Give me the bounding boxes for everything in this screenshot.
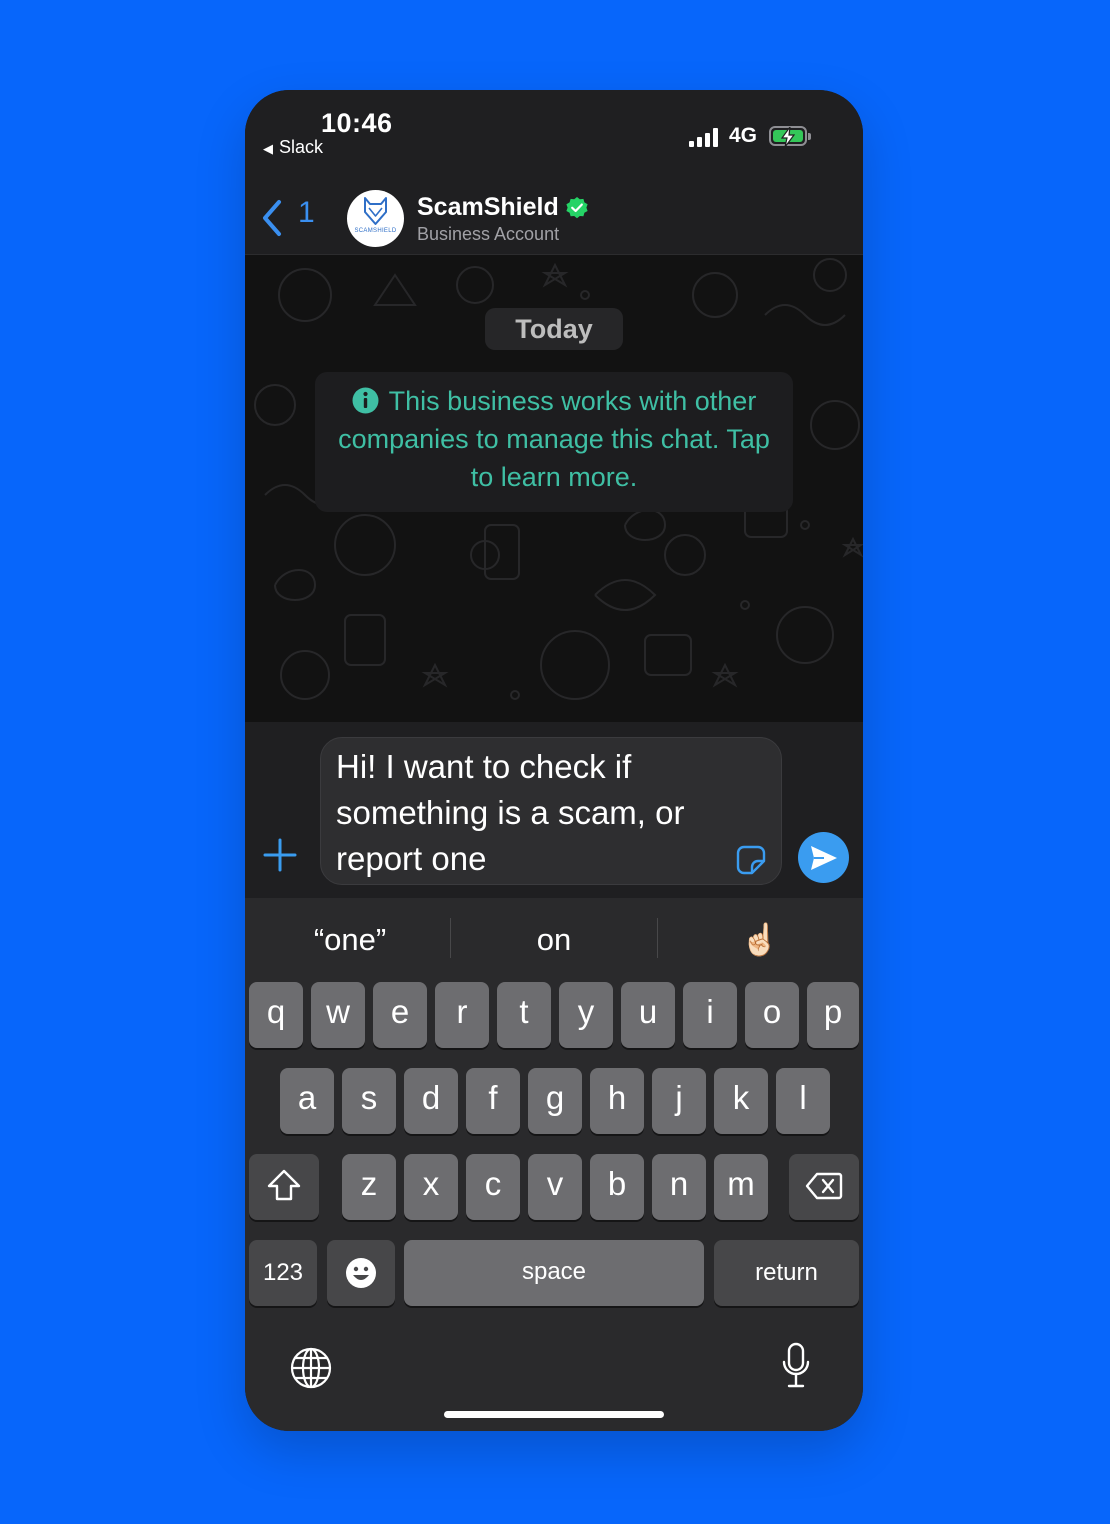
sticker-icon[interactable] <box>735 844 767 876</box>
business-info-notice[interactable]: This business works with other companies… <box>315 372 793 512</box>
cellular-signal-icon <box>689 127 721 147</box>
key-i[interactable]: i <box>683 982 737 1048</box>
key-k[interactable]: k <box>714 1068 768 1134</box>
home-indicator[interactable] <box>444 1411 664 1418</box>
message-input-text[interactable]: Hi! I want to check if something is a sc… <box>336 744 736 882</box>
key-d[interactable]: d <box>404 1068 458 1134</box>
emoji-icon <box>346 1258 376 1288</box>
chat-area[interactable]: Today This business works with other com… <box>245 255 863 722</box>
contact-name[interactable]: ScamShield <box>417 193 559 222</box>
emoji-key[interactable] <box>327 1240 395 1306</box>
key-e[interactable]: e <box>373 982 427 1048</box>
key-u[interactable]: u <box>621 982 675 1048</box>
message-input[interactable]: Hi! I want to check if something is a sc… <box>320 737 782 885</box>
send-arrow-icon <box>811 846 837 870</box>
key-j[interactable]: j <box>652 1068 706 1134</box>
key-q[interactable]: q <box>249 982 303 1048</box>
key-y[interactable]: y <box>559 982 613 1048</box>
suggestion-3[interactable]: ☝🏻 <box>695 918 825 962</box>
send-button[interactable] <box>798 832 849 883</box>
business-info-text: This business works with other companies… <box>333 382 775 496</box>
back-app-label: Slack <box>279 137 324 157</box>
suggestion-2[interactable]: on <box>485 918 623 962</box>
key-g[interactable]: g <box>528 1068 582 1134</box>
unread-count[interactable]: 1 <box>298 196 315 230</box>
shift-arrow-icon <box>267 1169 301 1201</box>
back-to-app-link[interactable]: ◀ Slack <box>263 137 323 158</box>
key-s[interactable]: s <box>342 1068 396 1134</box>
fox-logo-icon <box>364 197 387 225</box>
numbers-key[interactable]: 123 <box>249 1240 317 1306</box>
status-time: 10:46 <box>321 108 393 138</box>
suggestion-1[interactable]: “one” <box>285 918 415 962</box>
key-c[interactable]: c <box>466 1154 520 1220</box>
back-chevron-icon[interactable] <box>259 198 285 238</box>
shift-key[interactable] <box>249 1154 319 1220</box>
info-icon <box>352 387 379 414</box>
key-t[interactable]: t <box>497 982 551 1048</box>
chat-header: 10:46 ◀ Slack 4G 1 SCAMSHIELD ScamShield… <box>245 90 863 255</box>
key-p[interactable]: p <box>807 982 859 1048</box>
globe-icon[interactable] <box>289 1346 333 1390</box>
key-f[interactable]: f <box>466 1068 520 1134</box>
backspace-icon <box>805 1172 843 1200</box>
key-a[interactable]: a <box>280 1068 334 1134</box>
space-key[interactable]: space <box>404 1240 704 1306</box>
key-v[interactable]: v <box>528 1154 582 1220</box>
key-w[interactable]: w <box>311 982 365 1048</box>
suggestion-divider <box>657 918 658 958</box>
back-triangle-icon: ◀ <box>263 141 273 156</box>
avatar[interactable]: SCAMSHIELD <box>347 190 404 247</box>
key-z[interactable]: z <box>342 1154 396 1220</box>
phone-frame: 10:46 ◀ Slack 4G 1 SCAMSHIELD ScamShield… <box>245 90 863 1431</box>
message-composer: Hi! I want to check if something is a sc… <box>245 722 863 898</box>
business-info-message: This business works with other companies… <box>338 386 770 492</box>
plus-icon[interactable] <box>263 838 297 872</box>
key-m[interactable]: m <box>714 1154 768 1220</box>
charging-bolt-icon <box>780 127 796 147</box>
key-n[interactable]: n <box>652 1154 706 1220</box>
key-r[interactable]: r <box>435 982 489 1048</box>
key-o[interactable]: o <box>745 982 799 1048</box>
delete-key[interactable] <box>789 1154 859 1220</box>
return-key[interactable]: return <box>714 1240 859 1306</box>
key-x[interactable]: x <box>404 1154 458 1220</box>
date-separator: Today <box>485 308 623 350</box>
key-h[interactable]: h <box>590 1068 644 1134</box>
key-l[interactable]: l <box>776 1068 830 1134</box>
verified-badge-icon <box>566 197 588 219</box>
avatar-brand-text: SCAMSHIELD <box>354 228 397 234</box>
microphone-icon[interactable] <box>781 1342 811 1390</box>
key-b[interactable]: b <box>590 1154 644 1220</box>
keyboard: “one” on ☝🏻 q w e r t y u i o p a s d f … <box>245 898 863 1431</box>
contact-subtitle: Business Account <box>417 224 560 244</box>
suggestion-divider <box>450 918 451 958</box>
network-type: 4G <box>729 124 758 147</box>
battery-icon <box>769 126 811 147</box>
